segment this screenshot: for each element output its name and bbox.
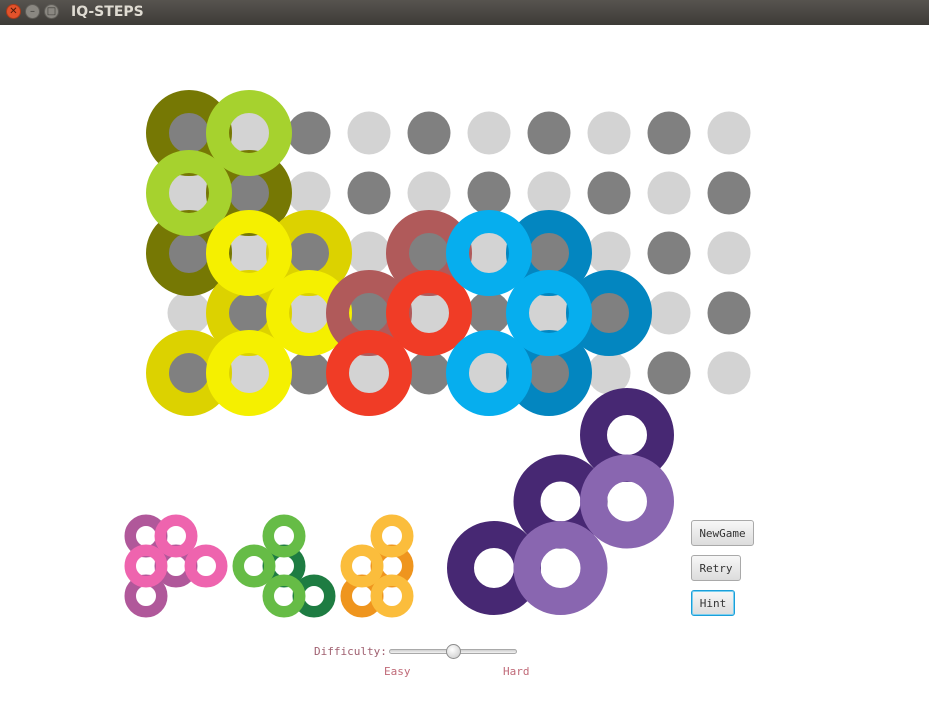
hint-button[interactable]: Hint	[691, 590, 735, 616]
difficulty-easy-label: Easy	[384, 665, 411, 678]
board-peg[interactable]	[707, 231, 751, 275]
game-canvas	[124, 90, 751, 618]
board-peg[interactable]	[167, 291, 211, 335]
window-titlebar: ✕ – □ IQ-STEPS	[0, 0, 929, 25]
piece-tray	[124, 388, 674, 618]
board-peg[interactable]	[647, 351, 691, 395]
board-peg[interactable]	[467, 291, 511, 335]
piece-ring	[370, 574, 414, 618]
board-peg[interactable]	[407, 111, 451, 155]
piece-ring	[232, 544, 276, 588]
board-peg[interactable]	[527, 111, 571, 155]
board-peg[interactable]	[707, 291, 751, 335]
piece-ring	[340, 544, 384, 588]
board-peg[interactable]	[287, 111, 331, 155]
tray-piece[interactable]	[447, 388, 674, 615]
board-peg[interactable]	[347, 231, 391, 275]
board-peg[interactable]	[467, 111, 511, 155]
board-peg[interactable]	[527, 171, 571, 215]
board-peg[interactable]	[287, 351, 331, 395]
piece-ring	[124, 544, 168, 588]
piece-ring	[262, 514, 306, 558]
board-peg[interactable]	[647, 171, 691, 215]
piece-ring	[184, 544, 228, 588]
new-game-button[interactable]: NewGame	[691, 520, 754, 546]
difficulty-hard-label: Hard	[503, 665, 530, 678]
board-peg[interactable]	[587, 111, 631, 155]
tray-piece[interactable]	[513, 454, 674, 615]
tray-piece[interactable]	[232, 514, 306, 618]
piece-ring	[580, 454, 674, 549]
board-peg[interactable]	[587, 171, 631, 215]
piece-ring	[262, 574, 306, 618]
difficulty-label: Difficulty:	[314, 645, 387, 658]
board-peg[interactable]	[467, 171, 511, 215]
maximize-window-button[interactable]: □	[44, 4, 59, 19]
board-peg[interactable]	[407, 351, 451, 395]
board-peg[interactable]	[347, 171, 391, 215]
tray-piece[interactable]	[124, 514, 228, 588]
board-peg[interactable]	[647, 291, 691, 335]
board-peg[interactable]	[707, 351, 751, 395]
board-peg[interactable]	[587, 351, 631, 395]
board-peg[interactable]	[287, 171, 331, 215]
board-peg[interactable]	[647, 111, 691, 155]
piece-ring	[154, 514, 198, 558]
difficulty-slider-thumb[interactable]	[445, 644, 461, 659]
board-peg[interactable]	[407, 171, 451, 215]
board-peg[interactable]	[707, 111, 751, 155]
retry-button[interactable]: Retry	[691, 555, 741, 581]
minimize-window-button[interactable]: –	[25, 4, 40, 19]
piece-ring	[513, 521, 608, 615]
board-peg[interactable]	[707, 171, 751, 215]
board-peg[interactable]	[347, 111, 391, 155]
board-peg[interactable]	[647, 231, 691, 275]
board-peg[interactable]	[587, 231, 631, 275]
piece-ring	[370, 514, 414, 558]
tray-piece[interactable]	[340, 514, 414, 618]
close-window-button[interactable]: ✕	[6, 4, 21, 19]
window-title: IQ-STEPS	[71, 4, 144, 20]
